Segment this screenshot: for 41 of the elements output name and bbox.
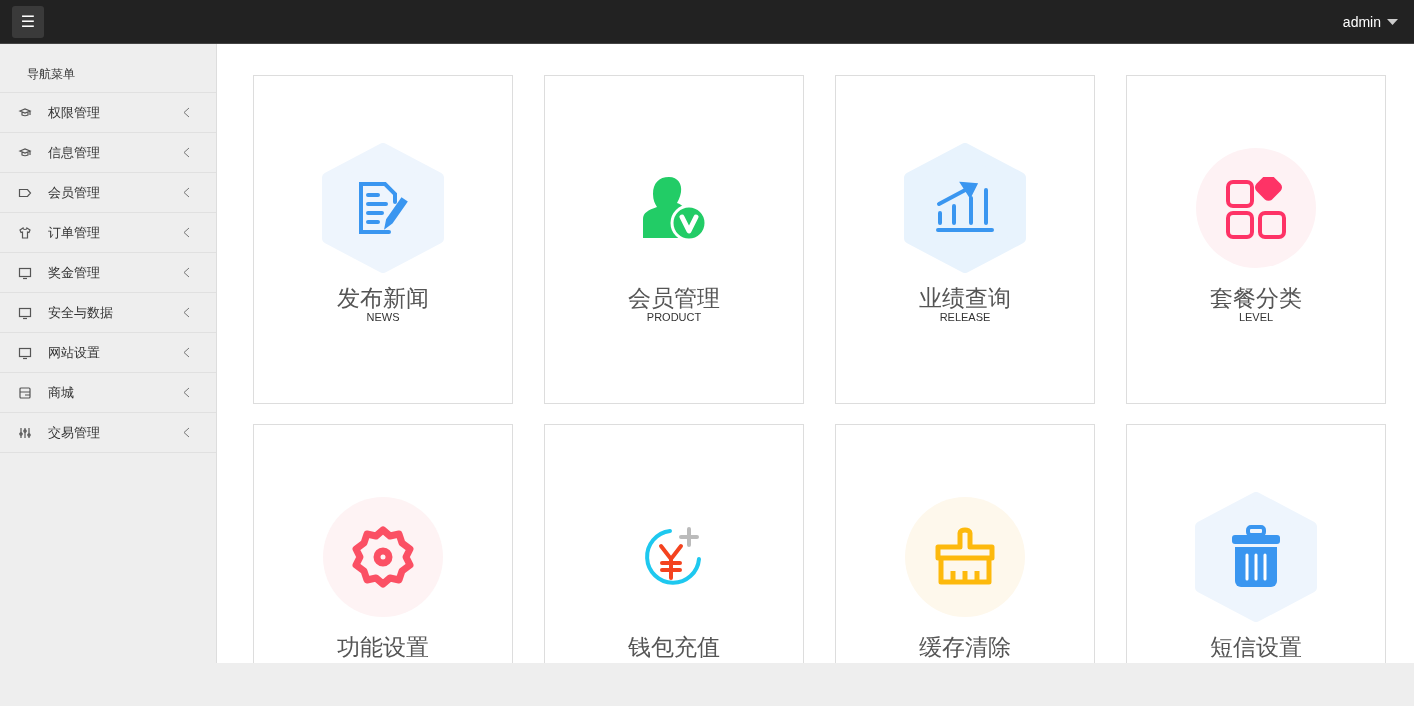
card-title: 发布新闻 xyxy=(337,285,429,311)
sidebar-item[interactable]: 网站设置 xyxy=(0,333,216,373)
sidebar-item-label: 会员管理 xyxy=(48,183,101,202)
card-subtitle: LEVEL xyxy=(1238,311,1274,323)
sidebar-item[interactable]: 商城 xyxy=(0,373,216,413)
user-menu[interactable]: admin xyxy=(1342,13,1398,30)
sidebar-item[interactable]: 安全与数据 xyxy=(0,293,216,333)
card-title: 缓存清除 xyxy=(919,634,1011,660)
sidebar-item-label: 商城 xyxy=(48,383,75,402)
sidebar-item-label: 安全与数据 xyxy=(48,303,114,322)
sidebar-item-label: 交易管理 xyxy=(48,423,101,442)
sidebar-item[interactable]: 信息管理 xyxy=(0,133,216,173)
shortcut-card[interactable]: 会员管理 PRODUCT xyxy=(544,75,804,404)
shortcut-card[interactable]: 套餐分类 LEVEL xyxy=(1126,75,1386,404)
sidebar-item-label: 权限管理 xyxy=(48,103,101,122)
sidebar-item-label: 信息管理 xyxy=(48,143,101,162)
card-title: 钱包充值 xyxy=(628,634,720,660)
menu-button[interactable]: ☰ xyxy=(12,5,44,38)
shortcut-card[interactable]: 钱包充值 xyxy=(544,424,804,663)
sidebar-item[interactable]: 会员管理 xyxy=(0,173,216,213)
card-subtitle: PRODUCT xyxy=(646,311,702,323)
card-subtitle: RELEASE xyxy=(939,311,991,323)
card-title: 会员管理 xyxy=(628,285,720,311)
shortcut-card[interactable]: 业绩查询 RELEASE xyxy=(835,75,1095,404)
card-subtitle: NEWS xyxy=(366,311,400,323)
sidebar-item[interactable]: 交易管理 xyxy=(0,413,216,453)
shortcut-card[interactable]: 缓存清除 xyxy=(835,424,1095,663)
card-title: 短信设置 xyxy=(1210,634,1302,660)
shortcut-card[interactable]: 功能设置 xyxy=(253,424,513,663)
sidebar-title: 导航菜单 xyxy=(0,44,216,93)
card-title: 功能设置 xyxy=(337,634,429,660)
sidebar-item-label: 订单管理 xyxy=(48,223,101,242)
shortcut-card[interactable]: 发布新闻 NEWS xyxy=(253,75,513,404)
sidebar-item-label: 奖金管理 xyxy=(48,263,101,282)
card-title: 业绩查询 xyxy=(919,285,1011,311)
sidebar-item[interactable]: 权限管理 xyxy=(0,93,216,133)
shortcut-card[interactable]: 短信设置 xyxy=(1126,424,1386,663)
sidebar-item-label: 网站设置 xyxy=(48,343,101,362)
sidebar-item[interactable]: 订单管理 xyxy=(0,213,216,253)
sidebar-item[interactable]: 奖金管理 xyxy=(0,253,216,293)
card-title: 套餐分类 xyxy=(1210,285,1302,311)
